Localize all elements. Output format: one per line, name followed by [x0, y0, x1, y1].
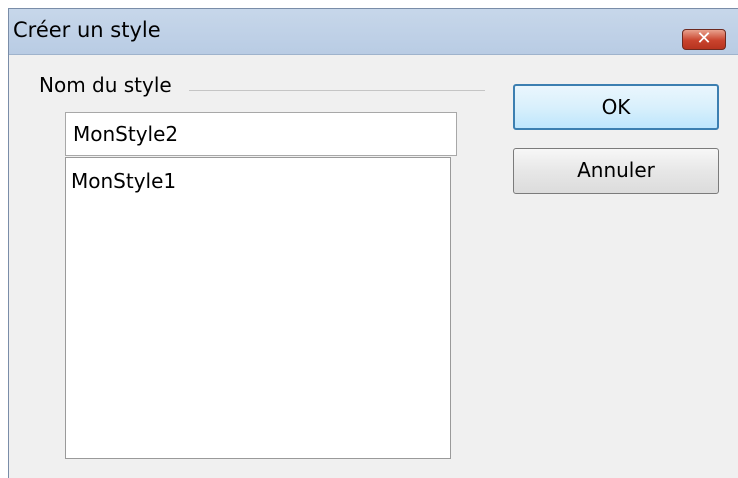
- cancel-button[interactable]: Annuler: [513, 148, 719, 194]
- page: Créer un style ✕ Nom du style MonStyle1 …: [0, 0, 738, 478]
- dialog-title: Créer un style: [13, 18, 161, 42]
- existing-styles-list[interactable]: MonStyle1: [65, 157, 451, 459]
- close-button[interactable]: ✕: [682, 28, 726, 50]
- style-name-input[interactable]: [65, 112, 457, 156]
- title-bar: Créer un style ✕: [9, 9, 738, 55]
- ok-button[interactable]: OK: [513, 84, 719, 130]
- group-separator: [189, 90, 485, 91]
- list-item[interactable]: MonStyle1: [71, 169, 176, 193]
- create-style-dialog: Créer un style ✕ Nom du style MonStyle1 …: [8, 8, 738, 478]
- close-icon: ✕: [696, 28, 712, 49]
- style-name-group-label: Nom du style: [39, 73, 172, 97]
